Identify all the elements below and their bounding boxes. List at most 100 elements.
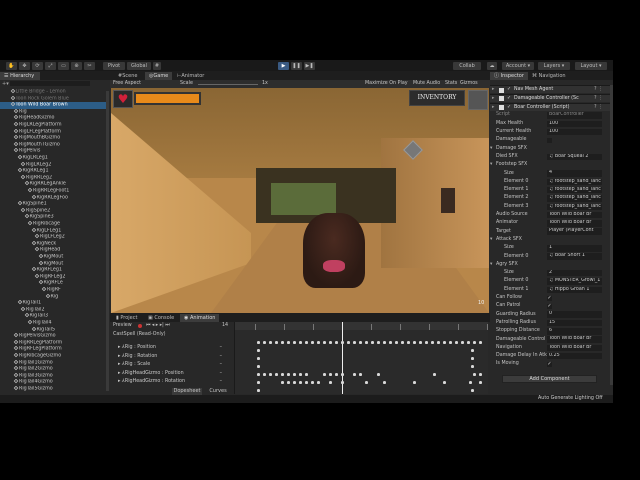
- field-checkbox[interactable]: ✓: [547, 295, 552, 301]
- keyframe[interactable]: [431, 341, 434, 344]
- property-options-icon[interactable]: –: [220, 344, 222, 352]
- keyframe[interactable]: [257, 389, 260, 392]
- keyframe[interactable]: [305, 373, 308, 376]
- keyframe[interactable]: [287, 341, 290, 344]
- hierarchy-item[interactable]: RigTail3: [0, 313, 108, 320]
- keyframe[interactable]: [281, 341, 284, 344]
- tab-hierarchy[interactable]: ☰ Hierarchy: [0, 72, 40, 80]
- foldout-arrow-icon[interactable]: ▾: [490, 236, 492, 244]
- keyframe[interactable]: [311, 381, 314, 384]
- keyframe[interactable]: [263, 341, 266, 344]
- hierarchy-item[interactable]: RigPelvis: [0, 148, 108, 155]
- keyframe[interactable]: [293, 341, 296, 344]
- field-value[interactable]: ♫ footstep_sand_lanc: [547, 195, 602, 202]
- keyframe[interactable]: [383, 381, 386, 384]
- layers-dropdown[interactable]: Layers ▾: [538, 62, 570, 70]
- field-value[interactable]: Toon Wild Boar Br: [547, 336, 602, 343]
- pivot-toggle[interactable]: Pivot: [103, 62, 125, 70]
- hierarchy-item[interactable]: Toon Rock Golem Blue: [0, 95, 108, 103]
- record-button[interactable]: [138, 324, 142, 328]
- keyframe[interactable]: [257, 373, 260, 376]
- keyframe[interactable]: [341, 341, 344, 344]
- mute-audio-toggle[interactable]: Mute Audio: [413, 80, 440, 88]
- keyframe[interactable]: [287, 373, 290, 376]
- first-key-button[interactable]: ⏮ ◂ ▸ ▸| ⏭: [146, 322, 170, 330]
- tab-project[interactable]: ▮ Project: [112, 314, 141, 322]
- keyframe[interactable]: [395, 341, 398, 344]
- field-value[interactable]: 0.25: [547, 352, 602, 360]
- hierarchy-item[interactable]: RigTail1: [0, 300, 108, 307]
- keyframe[interactable]: [401, 341, 404, 344]
- field-value[interactable]: ♫ Hippo Groan 1: [547, 286, 602, 294]
- hierarchy-item[interactable]: RigMout: [0, 254, 108, 261]
- keyframe[interactable]: [299, 381, 302, 384]
- field-value[interactable]: 6: [547, 328, 602, 335]
- hierarchy-item[interactable]: RigLFLeg1: [0, 227, 108, 235]
- keyframe[interactable]: [413, 341, 416, 344]
- keyframe[interactable]: [275, 341, 278, 344]
- dopesheet-timeline[interactable]: [234, 322, 488, 394]
- animation-property-row[interactable]: ▸ ⅄RigHeadGizmo : Position –: [110, 370, 228, 378]
- keyframe[interactable]: [341, 381, 344, 384]
- keyframe[interactable]: [317, 381, 320, 384]
- maximize-on-play-toggle[interactable]: Maximize On Play: [365, 80, 408, 88]
- hierarchy-item[interactable]: RigRFLe: [0, 280, 108, 287]
- animation-property-row[interactable]: ▸ ⅄RigHeadGizmo : Rotation –: [110, 378, 228, 386]
- field-value[interactable]: Player (PlayerCont: [547, 228, 602, 235]
- keyframe[interactable]: [479, 381, 482, 384]
- keyframe[interactable]: [479, 373, 482, 376]
- keyframe[interactable]: [365, 341, 368, 344]
- keyframe[interactable]: [257, 349, 260, 352]
- hierarchy-item[interactable]: RigRRLegAnkle: [0, 181, 108, 188]
- keyframe[interactable]: [371, 341, 374, 344]
- foldout-arrow-icon[interactable]: ▾: [490, 145, 492, 153]
- keyframe[interactable]: [437, 341, 440, 344]
- keyframe[interactable]: [293, 381, 296, 384]
- keyframe[interactable]: [347, 341, 350, 344]
- field-checkbox[interactable]: ✓: [547, 303, 552, 309]
- animation-property-row[interactable]: ▸ ⅄Rig : Rotation –: [110, 353, 228, 361]
- keyframe[interactable]: [461, 341, 464, 344]
- component-header[interactable]: ▸ ✓ Damageable Controller (Sc? ⋮: [490, 93, 610, 103]
- hierarchy-item[interactable]: RigHeadGizmo: [0, 115, 108, 122]
- frame-field[interactable]: 14: [222, 322, 228, 330]
- keyframe[interactable]: [323, 341, 326, 344]
- field-checkbox[interactable]: [547, 137, 552, 143]
- cloud-icon[interactable]: ☁: [487, 62, 497, 70]
- keyframe[interactable]: [407, 341, 410, 344]
- scale-slider[interactable]: [198, 83, 258, 85]
- keyframe[interactable]: [449, 341, 452, 344]
- keyframe[interactable]: [473, 373, 476, 376]
- aspect-dropdown[interactable]: Free Aspect: [113, 80, 141, 88]
- game-viewport[interactable]: ♥ INVENTORY 10: [111, 88, 489, 313]
- hierarchy-item[interactable]: RigTail5Gizmo: [0, 386, 108, 393]
- keyframe[interactable]: [263, 373, 266, 376]
- account-dropdown[interactable]: Account ▾: [502, 62, 534, 70]
- hierarchy-item[interactable]: Little Bridge - Lemon: [0, 89, 108, 96]
- hierarchy-item[interactable]: RigRibcageGizmo: [0, 353, 108, 360]
- animation-property-row[interactable]: ▸ ⅄Rig : Scale –: [110, 361, 228, 369]
- field-value[interactable]: ♫ footstep_sand_lanc: [547, 203, 602, 211]
- keyframe[interactable]: [281, 373, 284, 376]
- hierarchy-scrollbar[interactable]: [106, 91, 109, 391]
- field-value[interactable]: Toon Wild Boar Br: [547, 220, 602, 227]
- hierarchy-search-input[interactable]: [10, 81, 91, 86]
- field-value[interactable]: 100: [547, 120, 602, 128]
- field-value[interactable]: ♫ footstep_sand_lanc: [547, 186, 602, 194]
- pause-button[interactable]: ❚❚: [291, 62, 302, 70]
- transform-icon[interactable]: ⊕: [71, 62, 82, 70]
- keyframe[interactable]: [293, 373, 296, 376]
- keyframe[interactable]: [473, 341, 476, 344]
- keyframe[interactable]: [389, 341, 392, 344]
- keyframe[interactable]: [469, 381, 472, 384]
- tab-animator[interactable]: ⊢Animator: [173, 72, 208, 80]
- keyframe[interactable]: [269, 373, 272, 376]
- rect-icon[interactable]: ▭: [58, 62, 69, 70]
- hierarchy-item[interactable]: RigTail2Gizmo: [0, 366, 108, 373]
- hierarchy-item[interactable]: RigRRLeg2: [0, 174, 108, 182]
- property-options-icon[interactable]: –: [220, 361, 222, 369]
- keyframe[interactable]: [471, 365, 474, 368]
- field-value[interactable]: 1: [547, 245, 602, 252]
- clip-dropdown[interactable]: CastSpell (Read-Only): [113, 331, 166, 339]
- field-value[interactable]: 4: [547, 170, 602, 177]
